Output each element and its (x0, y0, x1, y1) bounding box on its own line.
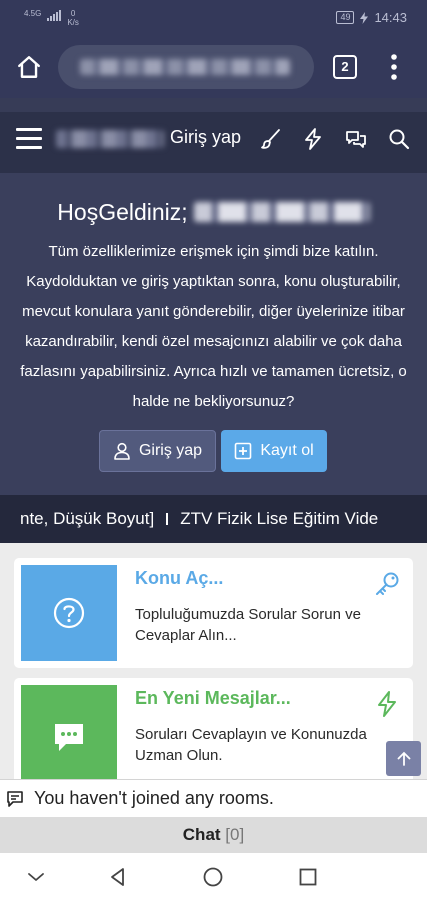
username-redacted (193, 202, 370, 222)
login-button[interactable]: Giriş yap (99, 430, 216, 472)
lightning-icon[interactable] (301, 127, 325, 151)
login-button-label: Giriş yap (138, 442, 203, 459)
question-circle-icon (53, 597, 85, 629)
site-header: Giriş yap (0, 98, 427, 173)
arrow-up-icon (397, 751, 410, 766)
welcome-text: Tüm özelliklerimize erişmek için şimdi b… (20, 243, 407, 410)
ticker-item[interactable]: ZTV Fizik Lise Eğitim Vide (180, 509, 378, 529)
register-button[interactable]: Kayıt ol (221, 430, 327, 472)
card-title[interactable]: Konu Aç... (135, 568, 223, 589)
clock: 14:43 (374, 10, 407, 25)
welcome-panel: HoşGeldiniz; Tüm özelliklerimize erişmek… (0, 173, 427, 495)
site-logo[interactable] (56, 130, 164, 148)
card-media (21, 685, 117, 788)
battery-level: 49 (340, 12, 351, 22)
home-circle-icon[interactable] (201, 865, 225, 889)
chevron-down-icon[interactable] (24, 865, 48, 889)
welcome-title: HoşGeldiniz; (57, 199, 188, 225)
battery-icon: 49 (336, 11, 355, 24)
card-title[interactable]: En Yeni Mesajlar... (135, 688, 291, 709)
network-speed-unit: K/s (67, 18, 79, 27)
more-options-icon[interactable] (384, 52, 404, 82)
chat-count: [0] (225, 825, 245, 844)
home-icon[interactable] (16, 54, 42, 80)
welcome-title-row: HoşGeldiniz; (0, 199, 427, 226)
news-ticker: nte, Düşük Boyut] ZTV Fizik Lise Eğitim … (0, 495, 427, 543)
network-type: 4.5G (24, 9, 42, 18)
address-bar-url: •••••••••••••••• (80, 59, 290, 75)
address-bar[interactable]: •••••••••••••••• (58, 45, 314, 89)
status-left: 4.5G 0 K/s (24, 9, 79, 27)
card-description: Topluluğumuzda Sorular Sorun ve Cevaplar… (135, 606, 361, 644)
system-nav-bar (0, 853, 427, 900)
chat-label: Chat (182, 825, 221, 844)
chat-rooms-bar[interactable]: You haven't joined any rooms. (0, 779, 427, 817)
user-icon (114, 442, 130, 460)
chat-toggle-bar[interactable]: Chat [0] (0, 817, 427, 853)
key-icon (376, 572, 399, 595)
network-speed-value: 0 (70, 9, 76, 18)
network-speed: 0 K/s (67, 9, 79, 27)
ticker-separator (166, 513, 169, 525)
header-login-link[interactable]: Giriş yap (170, 127, 241, 148)
charging-icon (360, 11, 369, 24)
card-description: Soruları Cevaplayın ve Konunuzda Uzman O… (135, 726, 367, 764)
tab-switcher-button[interactable]: 2 (333, 55, 357, 79)
register-button-label: Kayıt ol (260, 442, 314, 459)
card-new-topic[interactable]: Konu Aç... Topluluğumuzda Sorular Sorun … (14, 558, 413, 668)
card-media (21, 565, 117, 661)
plus-square-icon (235, 442, 252, 460)
card-latest-messages[interactable]: En Yeni Mesajlar... Soruları Cevaplayın … (14, 678, 413, 788)
search-icon[interactable] (387, 127, 411, 151)
content-area: Konu Aç... Topluluğumuzda Sorular Sorun … (0, 543, 427, 788)
brush-icon[interactable] (259, 127, 283, 151)
chat-rooms-text: You haven't joined any rooms. (34, 788, 274, 808)
lightning-icon (378, 691, 396, 717)
status-right: 49 14:43 (336, 10, 407, 25)
signal-icon (47, 9, 62, 21)
scroll-up-button[interactable] (386, 741, 421, 776)
recents-icon[interactable] (296, 865, 320, 889)
ticker-item[interactable]: nte, Düşük Boyut] (20, 509, 154, 529)
status-bar: 4.5G 0 K/s 49 14:43 (0, 0, 427, 36)
comment-icon (55, 723, 83, 751)
chat-bubbles-icon[interactable] (344, 127, 368, 151)
menu-icon[interactable] (16, 128, 42, 150)
browser-toolbar: •••••••••••••••• 2 (0, 36, 427, 98)
chat-icon (7, 791, 23, 807)
back-icon[interactable] (106, 865, 130, 889)
